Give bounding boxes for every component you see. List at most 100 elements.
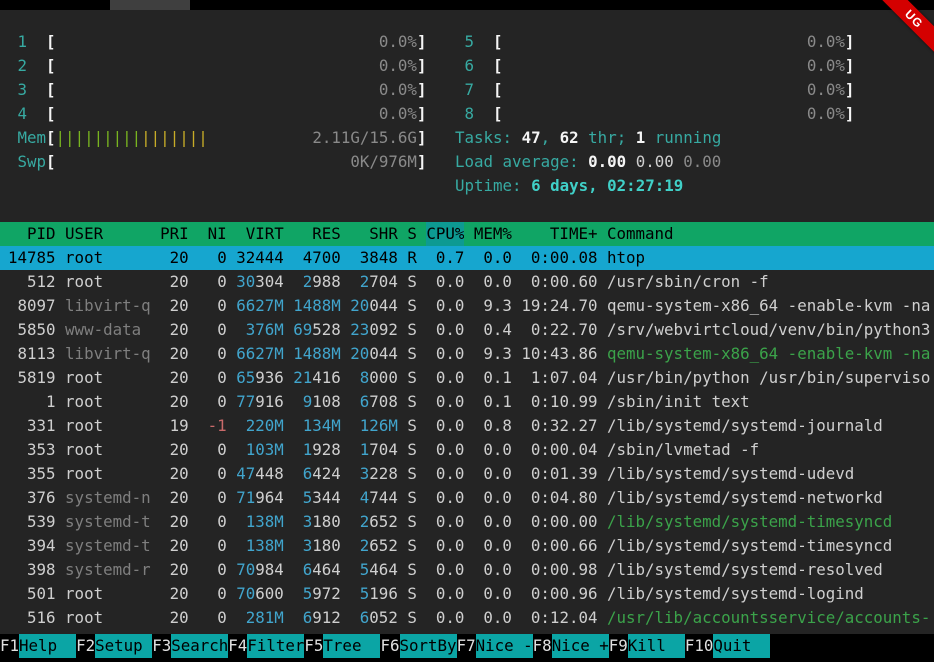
process-ni: 0 [198, 534, 227, 558]
process-time: 0:00.66 [521, 534, 597, 558]
process-mem: 0.0 [474, 534, 512, 558]
process-pid: 394 [8, 534, 56, 558]
process-row[interactable]: 5819root20065936214168000S0.00.11:07.04/… [0, 366, 934, 390]
column-header-pri[interactable]: PRI [160, 222, 189, 246]
process-res: 1488M [293, 342, 341, 366]
process-row[interactable]: 1root2007791691086708S0.00.10:10.99/sbin… [0, 390, 934, 414]
process-pid: 8113 [8, 342, 56, 366]
fkey-f7-button[interactable]: F7Nice - [457, 634, 533, 658]
fkey-number: F9 [609, 634, 628, 658]
fkey-f4-button[interactable]: F4Filter [228, 634, 304, 658]
fkey-label: Filter [247, 634, 304, 658]
process-mem: 0.0 [474, 582, 512, 606]
process-pid: 512 [8, 270, 56, 294]
bracket-close: ] [417, 102, 427, 126]
process-res: 4700 [293, 246, 341, 270]
process-pid: 5850 [8, 318, 56, 342]
fkey-number: F7 [457, 634, 476, 658]
process-row[interactable]: 512root2003030429882704S0.00.00:00.60/us… [0, 270, 934, 294]
column-header-shr[interactable]: SHR [350, 222, 398, 246]
fkey-f5-button[interactable]: F5Tree [304, 634, 380, 658]
memory-meter: Mem[||||||||||||||||2.11G/15.6G] [8, 126, 426, 150]
fkey-f6-button[interactable]: F6SortBy [380, 634, 456, 658]
cpu-meter-bar [56, 54, 379, 78]
process-row[interactable]: 398systemd-r2007098464645464S0.00.00:00.… [0, 558, 934, 582]
cpu-meter-8: 8[0.0%] [455, 102, 854, 126]
bracket-close: ] [417, 150, 427, 174]
cpu-meter-bar [503, 78, 807, 102]
column-header-user[interactable]: USER [65, 222, 151, 246]
process-virt: 6627M [236, 342, 284, 366]
fkey-f1-button[interactable]: F1Help [0, 634, 76, 658]
process-cmd: /lib/systemd/systemd-resolved [607, 558, 934, 582]
column-header-pid[interactable]: PID [8, 222, 56, 246]
process-row[interactable]: 539systemd-t200138M31802652S0.00.00:00.0… [0, 510, 934, 534]
column-header-virt[interactable]: VIRT [236, 222, 284, 246]
column-header-mem[interactable]: MEM% [474, 222, 512, 246]
process-pid: 331 [8, 414, 56, 438]
process-table-body: 14785root2003244447003848R0.70.00:00.08h… [0, 246, 934, 630]
process-time: 0:00.08 [521, 246, 597, 270]
process-row[interactable]: 14785root2003244447003848R0.70.00:00.08h… [0, 246, 934, 270]
column-header-time[interactable]: TIME+ [521, 222, 597, 246]
process-ni: 0 [198, 318, 227, 342]
process-res: 3180 [293, 534, 341, 558]
process-mem: 0.0 [474, 510, 512, 534]
column-header-res[interactable]: RES [293, 222, 341, 246]
process-cpu: 0.0 [426, 486, 464, 510]
memory-meter-bar: |||||||||||||||| [56, 126, 313, 150]
process-virt: 65936 [236, 366, 284, 390]
process-row[interactable]: 353root200103M19281704S0.00.00:00.04/sbi… [0, 438, 934, 462]
process-time: 1:07.04 [521, 366, 597, 390]
fkey-label: Search [171, 634, 228, 658]
process-shr: 2704 [350, 270, 398, 294]
column-header-s[interactable]: S [407, 222, 417, 246]
uptime: Uptime: 6 days, 02:27:19 [455, 174, 854, 198]
process-s: S [407, 270, 417, 294]
process-pri: 20 [160, 606, 189, 630]
process-user: systemd-n [65, 486, 151, 510]
process-row[interactable]: 376systemd-n2007196453444744S0.00.00:04.… [0, 486, 934, 510]
process-shr: 3848 [350, 246, 398, 270]
process-ni: 0 [198, 390, 227, 414]
process-row[interactable]: 355root2004744864243228S0.00.00:01.39/li… [0, 462, 934, 486]
process-time: 0:10.99 [521, 390, 597, 414]
process-cmd: /lib/systemd/systemd-udevd [607, 462, 934, 486]
process-virt: 376M [236, 318, 284, 342]
process-user: systemd-r [65, 558, 151, 582]
process-cmd: /sbin/init text [607, 390, 934, 414]
process-pid: 539 [8, 510, 56, 534]
process-user: root [65, 366, 151, 390]
memory-used-bar: ||||||||| [56, 128, 142, 147]
cpu-meter-number: 2 [18, 54, 47, 78]
fkey-f8-button[interactable]: F8Nice + [533, 634, 609, 658]
process-s: S [407, 582, 417, 606]
process-mem: 0.0 [474, 270, 512, 294]
process-pri: 19 [160, 414, 189, 438]
process-res: 5344 [293, 486, 341, 510]
fkey-f3-button[interactable]: F3Search [152, 634, 228, 658]
process-shr: 3228 [350, 462, 398, 486]
fkey-f2-button[interactable]: F2Setup [76, 634, 152, 658]
process-pri: 20 [160, 318, 189, 342]
process-row[interactable]: 331root19-1220M134M126MS0.00.80:32.27/li… [0, 414, 934, 438]
fkey-f10-button[interactable]: F10Quit [685, 634, 771, 658]
process-time: 0:22.70 [521, 318, 597, 342]
process-time: 0:12.04 [521, 606, 597, 630]
fkey-f9-button[interactable]: F9Kill [609, 634, 685, 658]
bracket-close: ] [845, 78, 855, 102]
process-shr: 20044 [350, 342, 398, 366]
column-header-ni[interactable]: NI [198, 222, 227, 246]
process-pri: 20 [160, 462, 189, 486]
process-pid: 376 [8, 486, 56, 510]
process-row[interactable]: 8113libvirt-q2006627M1488M20044S0.09.310… [0, 342, 934, 366]
process-user: root [65, 462, 151, 486]
process-row[interactable]: 8097libvirt-q2006627M1488M20044S0.09.319… [0, 294, 934, 318]
column-header-cpu[interactable]: CPU% [426, 222, 464, 246]
process-row[interactable]: 501root2007060059725196S0.00.00:00.96/li… [0, 582, 934, 606]
process-row[interactable]: 394systemd-t200138M31802652S0.00.00:00.6… [0, 534, 934, 558]
process-row[interactable]: 516root200281M69126052S0.00.00:12.04/usr… [0, 606, 934, 630]
process-row[interactable]: 5850www-data200376M6952823092S0.00.40:22… [0, 318, 934, 342]
load-5min: 0.00 [636, 152, 684, 171]
column-header-cmd[interactable]: Command [607, 222, 934, 246]
